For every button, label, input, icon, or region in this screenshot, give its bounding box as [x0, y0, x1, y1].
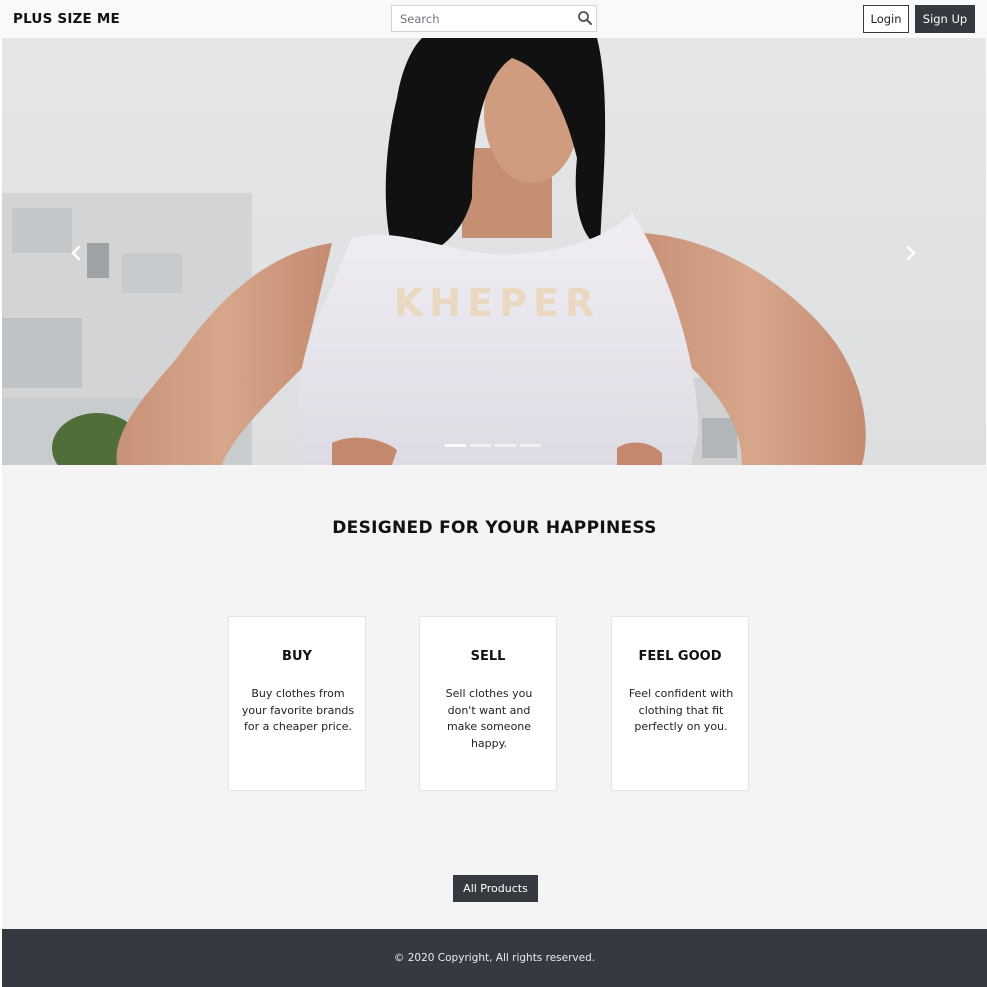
hero-carousel[interactable]: KHEPER [2, 38, 986, 465]
carousel-next-button[interactable] [891, 238, 931, 268]
login-button[interactable]: Login [863, 5, 909, 33]
search-input[interactable] [392, 6, 572, 31]
carousel-indicator[interactable] [495, 444, 516, 447]
feature-card-title: BUY [282, 649, 312, 664]
signup-button[interactable]: Sign Up [915, 5, 975, 33]
features-section: DESIGNED FOR YOUR HAPPINESS BUY Buy clot… [2, 465, 987, 929]
brand-logo[interactable]: PLUS SIZE ME [13, 11, 120, 27]
feature-card-title: SELL [470, 649, 506, 664]
page: PLUS SIZE ME Login Sign Up [0, 0, 987, 987]
search-icon[interactable] [577, 10, 593, 26]
footer: © 2020 Copyright, All rights reserved. [2, 929, 987, 987]
hero-image: KHEPER [2, 38, 986, 465]
feature-card-sell: SELL Sell clothes you don't want and mak… [419, 616, 557, 791]
carousel-prev-button[interactable] [56, 238, 96, 268]
feature-card-text: Feel confident with clothing that fit pe… [628, 687, 734, 733]
carousel-indicator[interactable] [520, 444, 541, 447]
chevron-right-icon [906, 245, 916, 261]
feature-card-buy: BUY Buy clothes from your favorite brand… [228, 616, 366, 791]
feature-card-title: FEEL GOOD [638, 649, 722, 664]
chevron-left-icon [71, 245, 81, 261]
all-products-button[interactable]: All Products [453, 875, 538, 902]
shirt-print-text: KHEPER [394, 281, 600, 325]
carousel-indicator[interactable] [445, 444, 466, 447]
search-box [391, 5, 597, 32]
copyright-text: © 2020 Copyright, All rights reserved. [393, 952, 596, 964]
navbar: PLUS SIZE ME Login Sign Up [0, 0, 987, 38]
section-title: DESIGNED FOR YOUR HAPPINESS [332, 518, 657, 538]
carousel-indicator[interactable] [470, 444, 491, 447]
carousel-indicators [445, 444, 541, 447]
feature-card-feel-good: FEEL GOOD Feel confident with clothing t… [611, 616, 749, 791]
feature-card-text: Buy clothes from your favorite brands fo… [241, 687, 355, 733]
feature-card-text: Sell clothes you don't want and make som… [445, 687, 533, 750]
